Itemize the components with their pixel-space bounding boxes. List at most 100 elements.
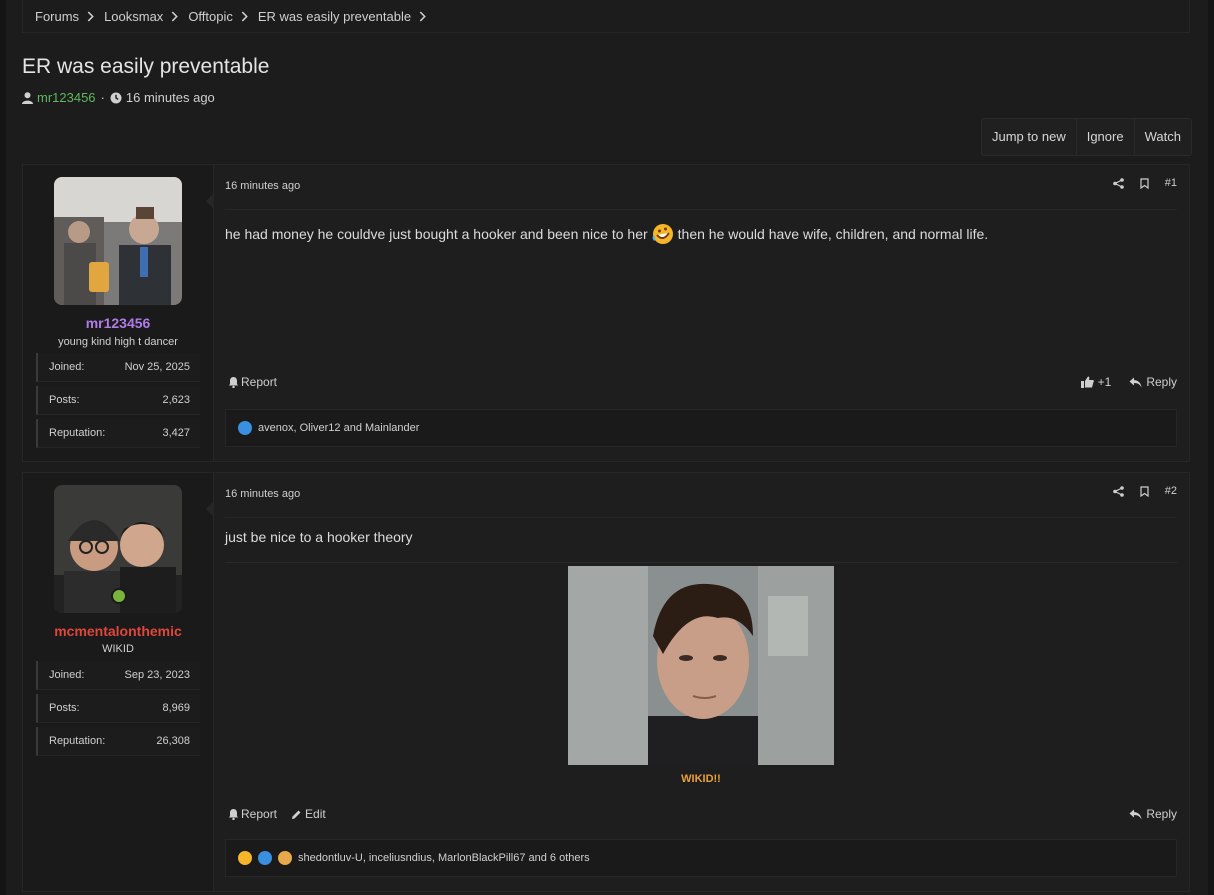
ignore-button[interactable]: Ignore — [1077, 119, 1135, 155]
stat-value: 3,427 — [162, 427, 190, 439]
report-label: Report — [241, 807, 278, 821]
stat-value: 2,623 — [162, 394, 190, 406]
breadcrumb-label: Offtopic — [188, 8, 233, 24]
reply-label: Reply — [1146, 807, 1177, 821]
post-text-part: then he would have wife, children, and n… — [677, 226, 989, 242]
breadcrumb: Forums Looksmax Offtopic ER was easily p… — [22, 0, 1190, 33]
chevron-right-icon — [87, 11, 94, 21]
laugh-reaction-icon — [238, 851, 252, 865]
bookmark-icon[interactable] — [1140, 485, 1149, 497]
post-footer-right: +1 Reply — [1063, 375, 1177, 389]
pencil-icon — [292, 810, 301, 819]
user-title: WIKID — [102, 643, 134, 655]
post-image[interactable] — [568, 566, 834, 765]
post-number[interactable]: #1 — [1165, 177, 1177, 189]
share-icon[interactable] — [1112, 177, 1124, 189]
report-button[interactable]: Report — [228, 807, 277, 821]
stat-joined: Joined: Sep 23, 2023 — [36, 661, 200, 690]
reactions-bar[interactable]: shedontluv-U, inceliusndius, MarlonBlack… — [225, 839, 1177, 877]
stat-label: Joined: — [49, 361, 85, 373]
user-stats: Joined: Sep 23, 2023 Posts: 8,969 Reputati… — [36, 661, 200, 760]
stat-label: Joined: — [49, 669, 85, 681]
stat-reputation: Reputation: 3,427 — [36, 419, 200, 448]
stat-value: Nov 25, 2025 — [124, 361, 190, 373]
reactions-list[interactable]: shedontluv-U, inceliusndius, MarlonBlack… — [298, 852, 590, 864]
stat-value: 26,308 — [156, 735, 190, 747]
like-reaction-icon — [238, 421, 252, 435]
thread-author-link[interactable]: mr123456 — [37, 90, 96, 105]
post-footer-left: Report — [228, 375, 291, 389]
like-button[interactable]: +1 — [1080, 375, 1112, 389]
reply-button[interactable]: Reply — [1129, 375, 1177, 389]
breadcrumb-label: ER was easily preventable — [257, 8, 412, 24]
reply-icon — [1129, 377, 1142, 387]
clock-icon — [110, 92, 122, 103]
username[interactable]: mr123456 — [23, 315, 213, 331]
thread-time: 16 minutes ago — [125, 90, 215, 105]
thread-meta: mr123456 · 16 minutes ago — [22, 90, 215, 105]
bookmark-icon[interactable] — [1140, 177, 1149, 189]
report-button[interactable]: Report — [228, 375, 277, 389]
stat-label: Reputation: — [49, 427, 106, 439]
share-icon[interactable] — [1112, 485, 1124, 497]
reactions-bar[interactable]: avenox, Oliver12 and Mainlander — [225, 409, 1177, 447]
thumbs-up-icon — [1080, 376, 1094, 388]
stat-value: 8,969 — [162, 702, 190, 714]
post-time[interactable]: 16 minutes ago — [225, 488, 300, 500]
post-1: mr123456 young kind high t dancer Joined… — [22, 164, 1190, 462]
meta-separator: · — [100, 90, 105, 105]
chevron-right-icon — [172, 11, 179, 21]
report-label: Report — [241, 375, 278, 389]
breadcrumb-looksmax[interactable]: Looksmax — [104, 9, 182, 24]
post-2: mcmentalonthemic WIKID Joined: Sep 23, 20… — [22, 472, 1190, 892]
breadcrumb-label: Looksmax — [104, 8, 164, 24]
thread-actions: Jump to new Ignore Watch — [981, 118, 1192, 156]
post-arrow — [206, 501, 214, 517]
like-reaction-icon — [258, 851, 272, 865]
breadcrumb-forums[interactable]: Forums — [35, 9, 98, 24]
edit-label: Edit — [305, 807, 326, 821]
jump-to-new-button[interactable]: Jump to new — [982, 119, 1077, 155]
reactions-list[interactable]: avenox, Oliver12 and Mainlander — [258, 422, 419, 434]
reply-button[interactable]: Reply — [1129, 807, 1177, 821]
user-icon — [22, 91, 33, 104]
quote-divider — [225, 562, 1177, 563]
post-footer-left: Report Edit — [228, 807, 340, 821]
rofl-emoji-icon — [652, 224, 673, 244]
reply-icon — [1129, 809, 1142, 819]
post-header: 16 minutes ago #2 — [225, 473, 1177, 518]
post-tools: #1 — [1097, 177, 1177, 189]
username[interactable]: mcmentalonthemic — [23, 623, 213, 639]
image-caption: WIKID!! — [681, 773, 721, 785]
bell-icon — [229, 377, 238, 388]
stat-value: Sep 23, 2023 — [124, 669, 190, 681]
watch-button[interactable]: Watch — [1135, 119, 1191, 155]
user-title: young kind high t dancer — [58, 336, 178, 348]
reply-label: Reply — [1146, 375, 1177, 389]
post-body: just be nice to a hooker theory — [225, 529, 413, 545]
breadcrumb-thread[interactable]: ER was easily preventable — [258, 9, 430, 24]
thinking-reaction-icon — [278, 851, 292, 865]
stat-posts: Posts: 2,623 — [36, 386, 200, 415]
chevron-right-icon — [241, 11, 248, 21]
post-content: 16 minutes ago #1 he had money he couldv… — [225, 165, 1177, 461]
online-status-indicator — [111, 588, 127, 604]
post-arrow — [206, 193, 214, 209]
post-tools: #2 — [1097, 485, 1177, 497]
post-body: he had money he couldve just bought a ho… — [225, 223, 988, 245]
edit-button[interactable]: Edit — [291, 807, 326, 821]
stat-label: Reputation: — [49, 735, 106, 747]
post-time[interactable]: 16 minutes ago — [225, 180, 300, 192]
chevron-right-icon — [419, 11, 426, 21]
like-count: +1 — [1097, 375, 1112, 389]
post-text-part: he had money he couldve just bought a ho… — [225, 226, 648, 242]
post-footer-right: Reply — [1111, 807, 1177, 821]
avatar-image — [54, 177, 182, 305]
post-number[interactable]: #2 — [1165, 485, 1177, 497]
post-user-block: mr123456 young kind high t dancer Joined… — [23, 165, 214, 461]
post-content: 16 minutes ago #2 just be nice to a hook… — [225, 473, 1177, 891]
breadcrumb-offtopic[interactable]: Offtopic — [188, 9, 252, 24]
stat-label: Posts: — [49, 394, 80, 406]
stat-joined: Joined: Nov 25, 2025 — [36, 353, 200, 382]
avatar[interactable] — [54, 177, 182, 305]
